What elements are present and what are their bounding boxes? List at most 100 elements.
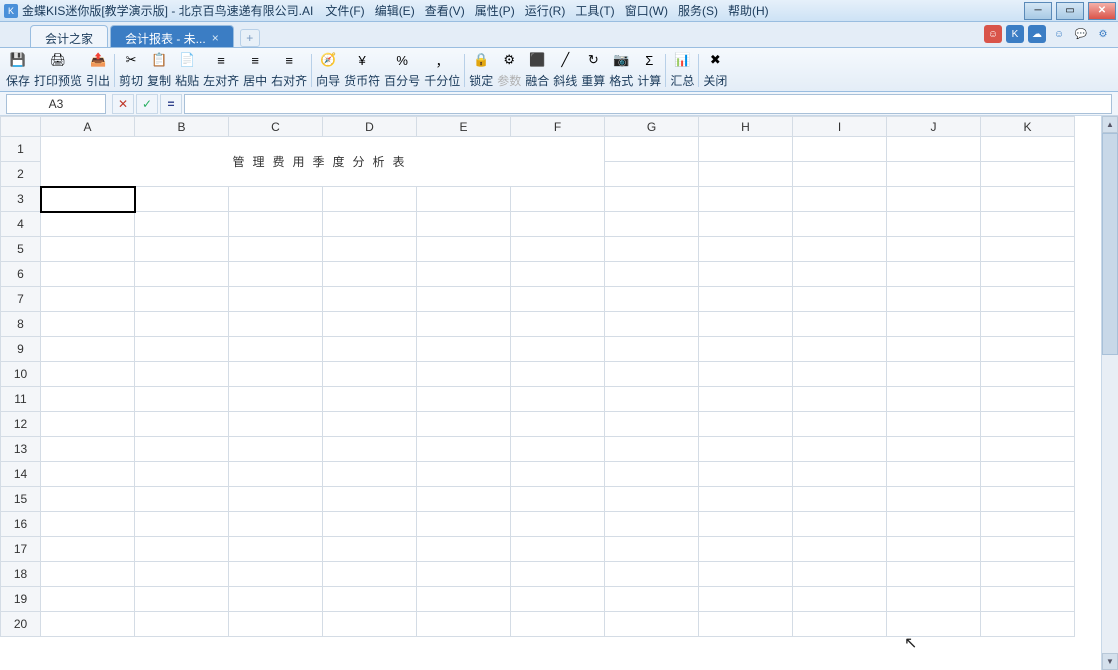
new-tab-button[interactable]: + [240, 29, 260, 47]
cell-D19[interactable] [323, 587, 417, 612]
col-header-C[interactable]: C [229, 117, 323, 137]
cell-I14[interactable] [793, 462, 887, 487]
cell-B13[interactable] [135, 437, 229, 462]
cell-A6[interactable] [41, 262, 135, 287]
cell-E14[interactable] [417, 462, 511, 487]
toolbar-粘贴[interactable]: 📄粘贴 [173, 50, 201, 91]
cell-K9[interactable] [981, 337, 1075, 362]
cell-A4[interactable] [41, 212, 135, 237]
cell-A5[interactable] [41, 237, 135, 262]
cell-A8[interactable] [41, 312, 135, 337]
cell-A7[interactable] [41, 287, 135, 312]
cell-C6[interactable] [229, 262, 323, 287]
formula-input[interactable] [184, 94, 1112, 114]
cell-E4[interactable] [417, 212, 511, 237]
toolbar-斜线[interactable]: ╱斜线 [551, 50, 579, 91]
cell-H13[interactable] [699, 437, 793, 462]
toolbar-关闭[interactable]: ✖关闭 [701, 50, 729, 91]
cell-D18[interactable] [323, 562, 417, 587]
cell-J7[interactable] [887, 287, 981, 312]
cell-K7[interactable] [981, 287, 1075, 312]
cell-I5[interactable] [793, 237, 887, 262]
cell-B16[interactable] [135, 512, 229, 537]
cell-D13[interactable] [323, 437, 417, 462]
cloud-icon[interactable]: ☁ [1028, 25, 1046, 43]
cell-K11[interactable] [981, 387, 1075, 412]
cell-D12[interactable] [323, 412, 417, 437]
toolbar-千分位[interactable]: ，千分位 [422, 50, 462, 91]
row-header-19[interactable]: 19 [1, 587, 41, 612]
cell-E11[interactable] [417, 387, 511, 412]
cell-I12[interactable] [793, 412, 887, 437]
tab-report[interactable]: 会计报表 - 未... × [110, 25, 234, 47]
cell-B20[interactable] [135, 612, 229, 637]
cell-H11[interactable] [699, 387, 793, 412]
k-icon[interactable]: K [1006, 25, 1024, 43]
cell-G11[interactable] [605, 387, 699, 412]
maximize-button[interactable]: ▭ [1056, 2, 1084, 20]
cell-E15[interactable] [417, 487, 511, 512]
cell-A10[interactable] [41, 362, 135, 387]
cell-C9[interactable] [229, 337, 323, 362]
cell-D20[interactable] [323, 612, 417, 637]
cell-B19[interactable] [135, 587, 229, 612]
toolbar-向导[interactable]: 🧭向导 [314, 50, 342, 91]
row-header-8[interactable]: 8 [1, 312, 41, 337]
cell-I15[interactable] [793, 487, 887, 512]
cell-G12[interactable] [605, 412, 699, 437]
cell-K16[interactable] [981, 512, 1075, 537]
row-header-1[interactable]: 1 [1, 137, 41, 162]
scroll-down-icon[interactable]: ▼ [1102, 653, 1118, 670]
cell-G20[interactable] [605, 612, 699, 637]
cell-A20[interactable] [41, 612, 135, 637]
cell-J12[interactable] [887, 412, 981, 437]
cell-B12[interactable] [135, 412, 229, 437]
toolbar-格式[interactable]: 📷格式 [607, 50, 635, 91]
cell-B15[interactable] [135, 487, 229, 512]
toolbar-百分号[interactable]: %百分号 [382, 50, 422, 91]
cell-C10[interactable] [229, 362, 323, 387]
cell-G2[interactable] [605, 162, 699, 187]
cell-A19[interactable] [41, 587, 135, 612]
toolbar-保存[interactable]: 💾保存 [4, 50, 32, 91]
cell-I13[interactable] [793, 437, 887, 462]
cell-C4[interactable] [229, 212, 323, 237]
cell-A11[interactable] [41, 387, 135, 412]
cell-A13[interactable] [41, 437, 135, 462]
cell-J10[interactable] [887, 362, 981, 387]
toolbar-右对齐[interactable]: ≡右对齐 [269, 50, 309, 91]
cell-J6[interactable] [887, 262, 981, 287]
row-header-9[interactable]: 9 [1, 337, 41, 362]
cell-A12[interactable] [41, 412, 135, 437]
cell-D14[interactable] [323, 462, 417, 487]
cell-C12[interactable] [229, 412, 323, 437]
cell-K3[interactable] [981, 187, 1075, 212]
row-header-20[interactable]: 20 [1, 612, 41, 637]
cell-J2[interactable] [887, 162, 981, 187]
toolbar-打印预览[interactable]: 🖨打印预览 [32, 50, 84, 91]
scroll-up-icon[interactable]: ▲ [1102, 116, 1118, 133]
cell-C16[interactable] [229, 512, 323, 537]
toolbar-剪切[interactable]: ✂剪切 [117, 50, 145, 91]
cell-G3[interactable] [605, 187, 699, 212]
cell-A16[interactable] [41, 512, 135, 537]
cell-H12[interactable] [699, 412, 793, 437]
cell-F5[interactable] [511, 237, 605, 262]
cell-E19[interactable] [417, 587, 511, 612]
cell-I2[interactable] [793, 162, 887, 187]
cell-E20[interactable] [417, 612, 511, 637]
cell-J15[interactable] [887, 487, 981, 512]
toolbar-重算[interactable]: ↻重算 [579, 50, 607, 91]
cell-K6[interactable] [981, 262, 1075, 287]
cell-I3[interactable] [793, 187, 887, 212]
cell-K2[interactable] [981, 162, 1075, 187]
cell-C8[interactable] [229, 312, 323, 337]
col-header-I[interactable]: I [793, 117, 887, 137]
cell-K14[interactable] [981, 462, 1075, 487]
cell-J17[interactable] [887, 537, 981, 562]
report-title-cell[interactable]: 管理费用季度分析表 [41, 137, 605, 187]
cell-G9[interactable] [605, 337, 699, 362]
cell-J8[interactable] [887, 312, 981, 337]
flag-icon[interactable]: ☺ [984, 25, 1002, 43]
cell-H9[interactable] [699, 337, 793, 362]
